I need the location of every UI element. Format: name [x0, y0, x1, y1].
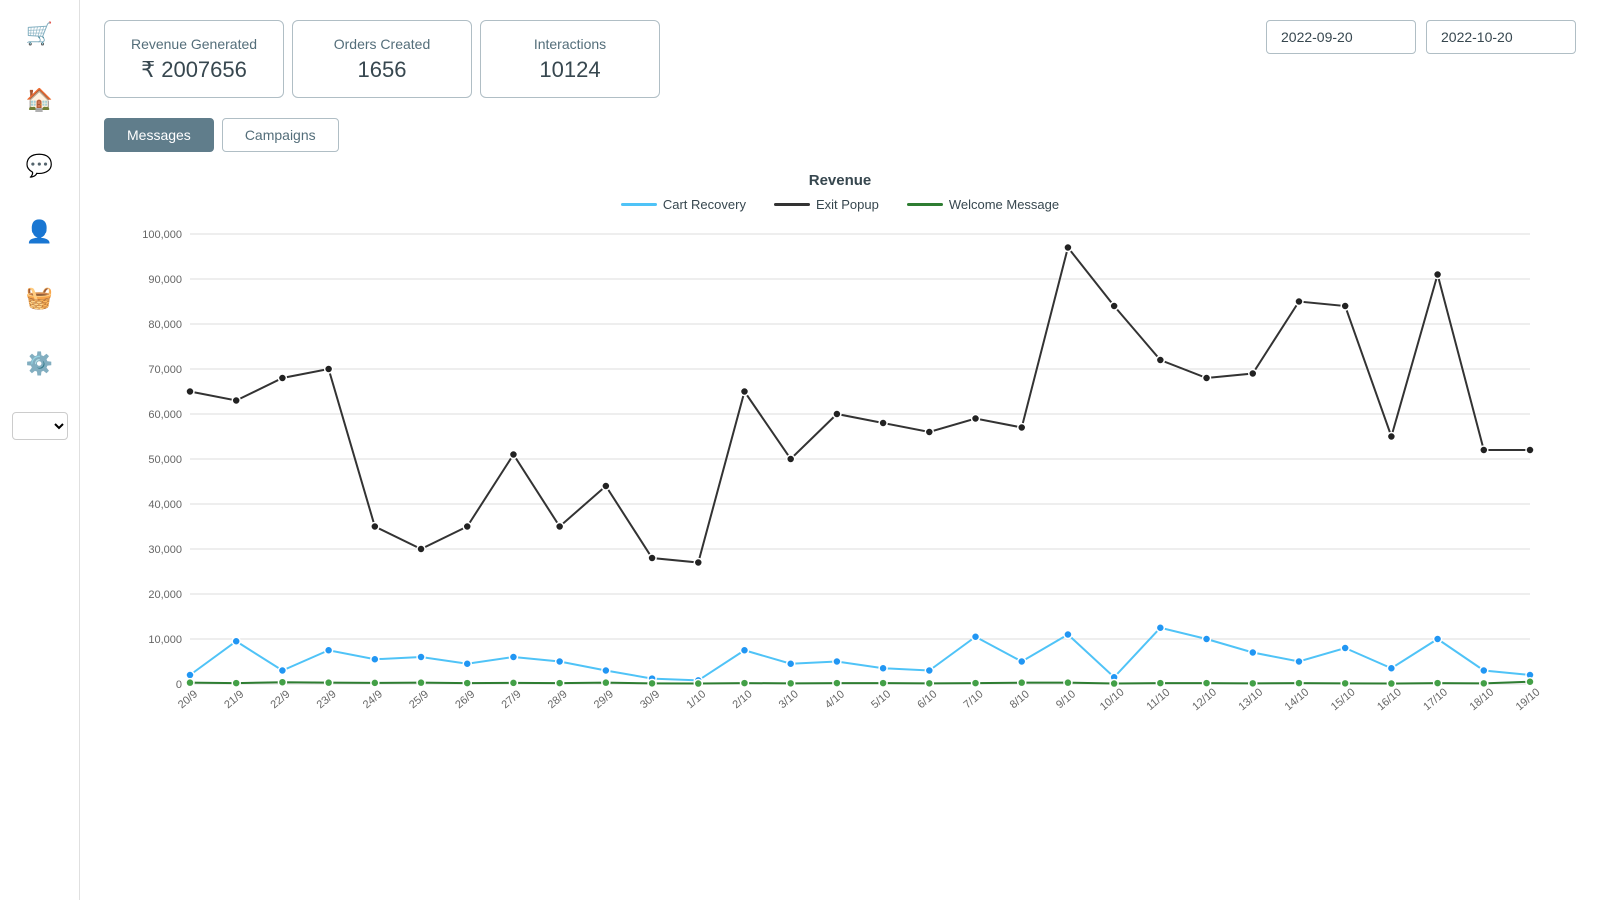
orders-label: Orders Created	[317, 35, 447, 53]
svg-text:12/10: 12/10	[1190, 686, 1219, 713]
svg-text:14/10: 14/10	[1283, 686, 1312, 713]
chart-legend: Cart Recovery Exit Popup Welcome Message	[104, 197, 1576, 212]
interactions-card: Interactions 10124	[480, 20, 660, 98]
main-content: Revenue Generated ₹ 2007656 Orders Creat…	[80, 0, 1600, 900]
svg-text:7/10: 7/10	[962, 688, 986, 711]
svg-text:16/10: 16/10	[1375, 686, 1404, 713]
svg-text:9/10: 9/10	[1054, 688, 1078, 711]
svg-text:8/10: 8/10	[1008, 688, 1032, 711]
metrics-row: Revenue Generated ₹ 2007656 Orders Creat…	[104, 20, 668, 98]
svg-text:25/9: 25/9	[407, 688, 431, 711]
legend-exit-popup-line	[774, 203, 810, 206]
svg-text:90,000: 90,000	[148, 274, 182, 286]
legend-welcome-message-label: Welcome Message	[949, 197, 1059, 212]
svg-text:11/10: 11/10	[1144, 687, 1172, 713]
svg-text:23/9: 23/9	[315, 688, 339, 711]
svg-text:13/10: 13/10	[1236, 686, 1265, 713]
tabs-row: Messages Campaigns	[104, 118, 1576, 152]
orders-card: Orders Created 1656	[292, 20, 472, 98]
legend-exit-popup: Exit Popup	[774, 197, 879, 212]
basket-icon[interactable]: 🧺	[22, 280, 58, 316]
revenue-value: ₹ 2007656	[129, 57, 259, 83]
svg-text:27/9: 27/9	[499, 688, 523, 711]
chart-container: Revenue Cart Recovery Exit Popup Welcome…	[104, 172, 1576, 880]
legend-cart-recovery-label: Cart Recovery	[663, 197, 746, 212]
interactions-label: Interactions	[505, 35, 635, 53]
svg-text:26/9: 26/9	[453, 688, 477, 711]
legend-cart-recovery-line	[621, 203, 657, 206]
svg-text:40,000: 40,000	[148, 499, 182, 511]
revenue-label: Revenue Generated	[129, 35, 259, 53]
svg-text:18/10: 18/10	[1467, 686, 1496, 713]
svg-text:4/10: 4/10	[823, 688, 847, 711]
date-filters	[1266, 20, 1576, 54]
svg-text:24/9: 24/9	[361, 688, 385, 711]
legend-welcome-message-line	[907, 203, 943, 206]
legend-cart-recovery: Cart Recovery	[621, 197, 746, 212]
svg-text:50,000: 50,000	[148, 454, 182, 466]
settings-icon[interactable]: ⚙️	[22, 346, 58, 382]
svg-text:20,000: 20,000	[148, 589, 182, 601]
revenue-card: Revenue Generated ₹ 2007656	[104, 20, 284, 98]
svg-text:20/9: 20/9	[176, 688, 200, 711]
svg-text:1/10: 1/10	[684, 688, 708, 711]
revenue-chart: 0 10,000 20,000 30,000 40,000 50,000 60,000 70,…	[104, 224, 1576, 744]
interactions-value: 10124	[505, 57, 635, 83]
svg-text:28/9: 28/9	[546, 688, 570, 711]
sidebar: 🛒 🏠 💬 👤 🧺 ⚙️	[0, 0, 80, 900]
topbar: Revenue Generated ₹ 2007656 Orders Creat…	[104, 20, 1576, 98]
tab-messages[interactable]: Messages	[104, 118, 214, 152]
svg-text:19/10: 19/10	[1514, 686, 1543, 713]
svg-text:2/10: 2/10	[730, 688, 754, 711]
svg-text:29/9: 29/9	[592, 688, 616, 711]
home-icon[interactable]: 🏠	[22, 82, 58, 118]
date-to-input[interactable]	[1426, 20, 1576, 54]
svg-text:15/10: 15/10	[1329, 686, 1358, 713]
legend-exit-popup-label: Exit Popup	[816, 197, 879, 212]
chat-icon[interactable]: 💬	[22, 148, 58, 184]
svg-text:30/9: 30/9	[638, 688, 662, 711]
svg-text:100,000: 100,000	[142, 229, 182, 241]
svg-text:3/10: 3/10	[777, 688, 801, 711]
svg-text:80,000: 80,000	[148, 319, 182, 331]
svg-text:30,000: 30,000	[148, 544, 182, 556]
svg-text:70,000: 70,000	[148, 364, 182, 376]
legend-welcome-message: Welcome Message	[907, 197, 1059, 212]
svg-text:21/9: 21/9	[222, 688, 246, 711]
svg-text:0: 0	[176, 679, 182, 691]
svg-text:10/10: 10/10	[1098, 686, 1127, 713]
svg-text:10,000: 10,000	[148, 634, 182, 646]
svg-text:5/10: 5/10	[869, 688, 893, 711]
svg-text:17/10: 17/10	[1421, 686, 1450, 713]
svg-text:22/9: 22/9	[268, 688, 292, 711]
orders-value: 1656	[317, 57, 447, 83]
cart-icon[interactable]: 🛒	[22, 16, 58, 52]
date-from-input[interactable]	[1266, 20, 1416, 54]
chart-title: Revenue	[104, 172, 1576, 189]
tab-campaigns[interactable]: Campaigns	[222, 118, 339, 152]
svg-text:6/10: 6/10	[915, 688, 939, 711]
language-select[interactable]	[12, 412, 68, 440]
user-icon[interactable]: 👤	[22, 214, 58, 250]
svg-text:60,000: 60,000	[148, 409, 182, 421]
